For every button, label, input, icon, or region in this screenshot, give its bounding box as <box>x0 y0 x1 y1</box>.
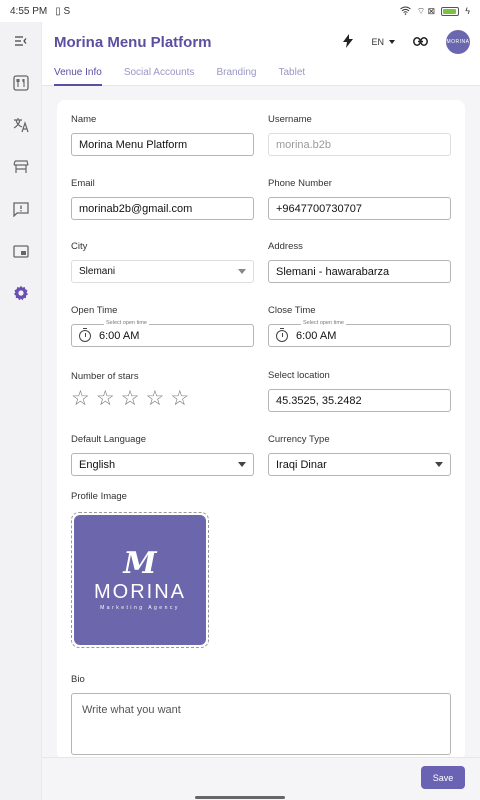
tab-branding[interactable]: Branding <box>216 62 256 86</box>
caret-down-icon <box>238 462 246 467</box>
battery-icon <box>441 6 460 16</box>
venue-info-card: Name Morina Menu Platform Username morin… <box>57 100 465 760</box>
app-bar: Morina Menu Platform EN MORINA <box>42 22 480 62</box>
link-icon[interactable] <box>413 36 428 48</box>
location-field: Select location 45.3525, 35.2482 <box>268 370 451 412</box>
phone-label: Phone Number <box>268 178 332 189</box>
tab-bar: Venue Info Social Accounts Branding Tabl… <box>42 62 480 86</box>
profile-image-upload[interactable]: M MORINA Marketing Agency <box>71 512 209 648</box>
footer-bar: Save <box>42 757 480 800</box>
username-label: Username <box>268 114 312 125</box>
currency-label: Currency Type <box>268 434 330 445</box>
stars-label: Number of stars <box>71 371 139 382</box>
save-button[interactable]: Save <box>421 766 465 789</box>
city-value: Slemani <box>79 266 116 277</box>
wifi-icon <box>399 6 411 17</box>
email-input[interactable]: morinab2b@gmail.com <box>71 197 254 220</box>
star-rating: ☆ ☆ ☆ ☆ ☆ <box>71 388 254 409</box>
profile-image-label: Profile Image <box>71 491 127 502</box>
caret-down-icon <box>435 462 443 467</box>
city-select[interactable]: Slemani <box>71 260 254 283</box>
close-time-label: Close Time <box>268 305 316 316</box>
city-field: City Slemani <box>71 241 254 283</box>
close-time-picker[interactable]: Select open time 6:00 AM <box>268 320 451 347</box>
open-time-field: Open Time Select open time 6:00 AM <box>71 305 254 347</box>
open-time-picker[interactable]: Select open time 6:00 AM <box>71 320 254 347</box>
language-value: English <box>79 458 116 471</box>
phone-input[interactable]: +9647700730707 <box>268 197 451 220</box>
logo-subtitle: Marketing Agency <box>100 605 180 611</box>
star-icon[interactable]: ☆ <box>170 388 189 409</box>
language-label: EN <box>371 37 384 47</box>
close-time-field: Close Time Select open time 6:00 AM <box>268 305 451 347</box>
open-time-value: 6:00 AM <box>99 329 140 342</box>
status-notification-icons: ▯ S <box>55 5 71 17</box>
name-input[interactable]: Morina Menu Platform <box>71 133 254 156</box>
currency-value: Iraqi Dinar <box>276 458 327 471</box>
close-time-floating-label: Select open time <box>301 320 346 326</box>
star-icon[interactable]: ☆ <box>71 388 90 409</box>
location-input[interactable]: 45.3525, 35.2482 <box>268 389 451 412</box>
phone-field: Phone Number +9647700730707 <box>268 178 451 220</box>
restaurant-icon[interactable] <box>10 72 32 94</box>
tab-venue-info[interactable]: Venue Info <box>54 62 102 86</box>
close-time-value: 6:00 AM <box>296 329 337 342</box>
clock-icon <box>79 327 91 342</box>
email-field: Email morinab2b@gmail.com <box>71 178 254 220</box>
profile-image: M MORINA Marketing Agency <box>74 515 206 645</box>
caret-down-icon <box>238 269 246 274</box>
currency-select[interactable]: Iraqi Dinar <box>268 453 451 476</box>
open-time-floating-label: Select open time <box>104 320 149 326</box>
star-icon[interactable]: ☆ <box>96 388 115 409</box>
logo-text: MORINA <box>94 581 186 603</box>
language-selector[interactable]: EN <box>371 37 395 47</box>
page-title: Morina Menu Platform <box>54 33 212 51</box>
address-label: Address <box>268 241 303 252</box>
settings-icon[interactable] <box>10 282 32 304</box>
status-extra-icons: ⌔ ⊠ <box>416 5 436 16</box>
bio-label: Bio <box>71 674 85 685</box>
bio-textarea[interactable]: Write what you want <box>71 693 451 755</box>
language-select[interactable]: English <box>71 453 254 476</box>
name-field: Name Morina Menu Platform <box>71 114 254 156</box>
city-label: City <box>71 241 88 252</box>
address-input[interactable]: Slemani - hawarabarza <box>268 260 451 283</box>
tablet-icon[interactable] <box>10 240 32 262</box>
email-label: Email <box>71 178 95 189</box>
navigation-rail <box>0 22 42 800</box>
status-bar: 4:55 PM ▯ S ⌔ ⊠ 85 ϟ <box>0 0 480 22</box>
star-icon[interactable]: ☆ <box>121 388 140 409</box>
avatar[interactable]: MORINA <box>446 30 470 54</box>
location-label: Select location <box>268 370 330 381</box>
name-label: Name <box>71 114 97 125</box>
chevron-down-icon <box>389 40 395 44</box>
logo-mark: M <box>123 546 157 581</box>
clock-icon <box>276 327 288 342</box>
store-icon[interactable] <box>10 156 32 178</box>
menu-collapse-icon[interactable] <box>10 30 32 52</box>
language-label: Default Language <box>71 434 147 445</box>
language-field: Default Language English <box>71 434 254 476</box>
bio-field: Bio Write what you want <box>71 674 451 755</box>
username-input: morina.b2b <box>268 133 451 156</box>
charging-icon: ϟ <box>465 6 470 16</box>
translate-icon[interactable] <box>10 114 32 136</box>
username-field: Username morina.b2b <box>268 114 451 156</box>
currency-field: Currency Type Iraqi Dinar <box>268 434 451 476</box>
open-time-label: Open Time <box>71 305 118 316</box>
tab-tablet[interactable]: Tablet <box>278 62 305 86</box>
feedback-icon[interactable] <box>10 198 32 220</box>
status-time: 4:55 PM <box>10 5 48 17</box>
status-right-icons: ⌔ ⊠ 85 ϟ <box>399 5 470 17</box>
tab-social-accounts[interactable]: Social Accounts <box>124 62 195 86</box>
stars-field: Number of stars ☆ ☆ ☆ ☆ ☆ <box>71 371 254 409</box>
gesture-nav-handle[interactable] <box>195 796 285 799</box>
address-field: Address Slemani - hawarabarza <box>268 241 451 283</box>
star-icon[interactable]: ☆ <box>145 388 164 409</box>
flash-icon[interactable] <box>343 34 354 50</box>
